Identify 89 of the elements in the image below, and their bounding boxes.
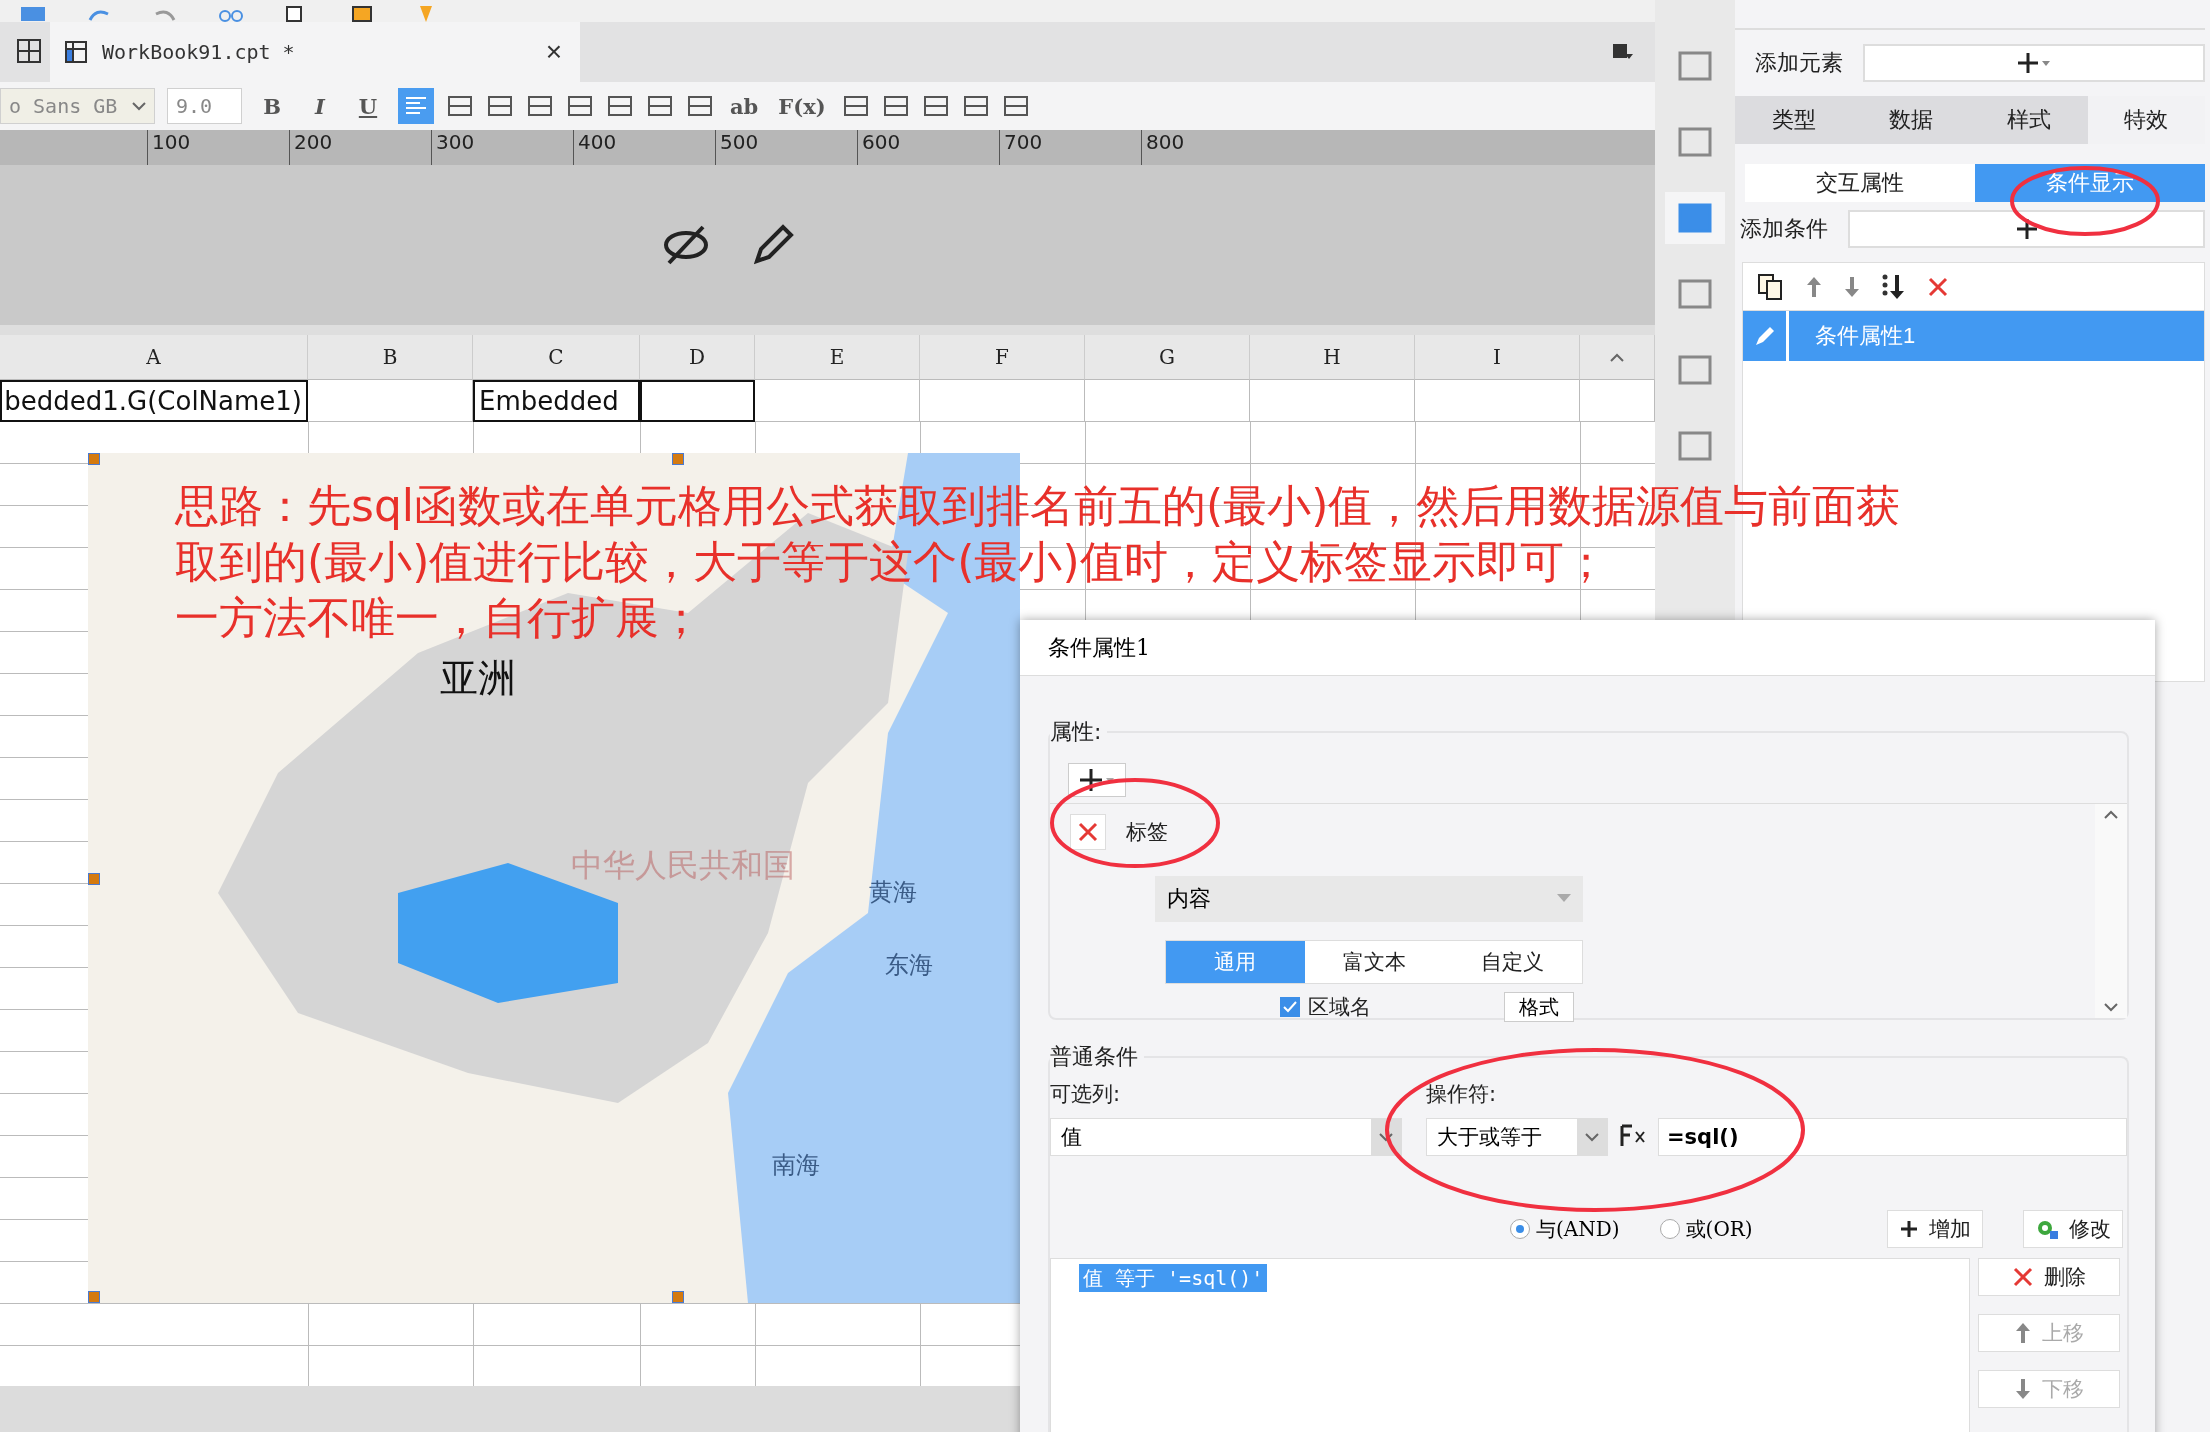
text-style-button[interactable]: B bbox=[254, 88, 290, 124]
chevron-icon bbox=[2104, 810, 2118, 819]
panel-subtab[interactable]: 交互属性 bbox=[1745, 164, 1975, 202]
panel-tab[interactable]: 数据 bbox=[1852, 96, 1970, 144]
plus-icon bbox=[2014, 217, 2039, 241]
content-tab[interactable]: 自定义 bbox=[1443, 941, 1582, 983]
column-header[interactable]: D bbox=[640, 335, 755, 380]
remove-attribute-button[interactable] bbox=[1070, 814, 1106, 850]
chevron-icon bbox=[1379, 1132, 1393, 1142]
column-header[interactable]: G bbox=[1085, 335, 1250, 380]
resize-handle[interactable] bbox=[88, 453, 100, 465]
insert-tool-button[interactable]: ab bbox=[726, 88, 763, 124]
radio-dot[interactable] bbox=[1659, 1219, 1680, 1239]
checkbox[interactable] bbox=[1280, 997, 1300, 1017]
close-icon bbox=[1927, 275, 1949, 298]
add-element-field[interactable] bbox=[1863, 44, 2205, 82]
attribute-label: 标签 bbox=[1126, 819, 1168, 846]
delete-button[interactable]: 删除 bbox=[1978, 1258, 2120, 1296]
resize-handle[interactable] bbox=[672, 1291, 684, 1303]
logic-radio[interactable]: 与(AND) bbox=[1510, 1215, 1620, 1243]
content-dropdown[interactable]: 内容 bbox=[1155, 876, 1583, 922]
field-label: 可选列: bbox=[1050, 1081, 1122, 1108]
chevron-icon bbox=[1585, 1132, 1599, 1142]
close-tab-button[interactable]: × bbox=[541, 36, 566, 68]
content-tab[interactable]: 富文本 bbox=[1304, 941, 1444, 983]
vertical-scrollbar[interactable] bbox=[2095, 804, 2127, 1018]
format-button[interactable]: 格式 bbox=[1504, 992, 1574, 1022]
workbook-tab[interactable]: WorkBook91.cpt * × bbox=[50, 22, 580, 82]
map-label: 黄海 bbox=[869, 877, 917, 908]
column-select[interactable]: 值 bbox=[1050, 1118, 1402, 1156]
chevron-icon bbox=[1610, 352, 1624, 362]
align-left-icon bbox=[403, 95, 429, 117]
chevron-icon bbox=[132, 101, 146, 111]
font-size-select[interactable]: 9.0 bbox=[167, 88, 242, 124]
map-label: 亚洲 bbox=[440, 655, 516, 702]
check-icon bbox=[1283, 1001, 1297, 1013]
panel-tab[interactable]: 样式 bbox=[1970, 96, 2088, 144]
field-label: 操作符: bbox=[1426, 1081, 1497, 1108]
annotation-text: 取到的(最小)值进行比较，大于等于这个(最小)值时，定义标签显示即可； bbox=[175, 535, 1608, 589]
column-header[interactable]: I bbox=[1415, 335, 1580, 380]
column-header[interactable]: E bbox=[755, 335, 920, 380]
chevron-icon bbox=[2104, 1003, 2118, 1012]
resize-handle[interactable] bbox=[672, 453, 684, 465]
map-label: 南海 bbox=[772, 1150, 820, 1181]
map-label: 东海 bbox=[885, 950, 933, 981]
close-icon bbox=[1077, 821, 1099, 843]
arrow-up-icon bbox=[2014, 1321, 2032, 1345]
formula-input[interactable]: =sql() bbox=[1658, 1118, 2127, 1156]
pencil-icon bbox=[1753, 325, 1776, 347]
close-icon bbox=[2012, 1266, 2034, 1288]
plus-icon bbox=[1899, 1219, 1919, 1239]
add-element-label: 添加元素 bbox=[1755, 49, 1843, 77]
add-button[interactable]: 增加 bbox=[1887, 1210, 1983, 1248]
table-cell: Embedded bbox=[473, 380, 640, 422]
column-header[interactable]: A bbox=[0, 335, 308, 380]
arrow-down-icon bbox=[1843, 274, 1861, 299]
panel-tab[interactable]: 类型 bbox=[1735, 96, 1853, 144]
scroll-up-button[interactable] bbox=[1580, 335, 1655, 380]
sidebar-tool-button[interactable] bbox=[1665, 192, 1725, 244]
edit-button[interactable]: 修改 bbox=[2023, 1210, 2123, 1248]
dialog-title: 条件属性1 bbox=[1020, 620, 2155, 676]
map-label: 中华人民共和国 bbox=[571, 845, 795, 886]
column-header[interactable]: C bbox=[473, 335, 640, 380]
column-header[interactable]: H bbox=[1250, 335, 1415, 380]
column-header[interactable]: F bbox=[920, 335, 1085, 380]
plus-icon bbox=[1080, 768, 1114, 792]
table-cell: bedded1.G(ColName1) bbox=[0, 380, 308, 422]
logic-radio[interactable]: 或(OR) bbox=[1659, 1215, 1753, 1243]
insert-tool-button[interactable]: F(x) bbox=[774, 88, 830, 124]
align-left-button[interactable] bbox=[398, 88, 434, 124]
move-bottom-icon bbox=[1881, 272, 1907, 301]
radio-dot[interactable] bbox=[1510, 1219, 1530, 1239]
workbook-tab-title: WorkBook91.cpt * bbox=[102, 40, 296, 64]
annotation-text: 思路：先sql函数或在单元格用公式获取到排名前五的(最小)值，然后用数据源值与前面获 bbox=[175, 479, 1901, 533]
operator-select[interactable]: 大于或等于 bbox=[1426, 1118, 1608, 1156]
add-condition-label: 添加条件 bbox=[1740, 215, 1828, 243]
text-style-button[interactable]: I bbox=[302, 88, 338, 124]
resize-handle[interactable] bbox=[88, 1291, 100, 1303]
annotation-text: 一方法不唯一，自行扩展； bbox=[175, 591, 703, 645]
checkbox-label: 区域名 bbox=[1308, 994, 1371, 1021]
arrow-down-icon bbox=[2014, 1377, 2032, 1401]
text-style-button[interactable]: U bbox=[350, 88, 386, 124]
spreadsheet-icon bbox=[64, 40, 88, 64]
add-condition-field[interactable] bbox=[1848, 210, 2205, 248]
menu-icon bbox=[20, 6, 46, 22]
caret-icon bbox=[1557, 894, 1571, 904]
plus-icon bbox=[2018, 51, 2050, 75]
resize-handle[interactable] bbox=[88, 873, 100, 885]
column-header[interactable]: B bbox=[308, 335, 473, 380]
